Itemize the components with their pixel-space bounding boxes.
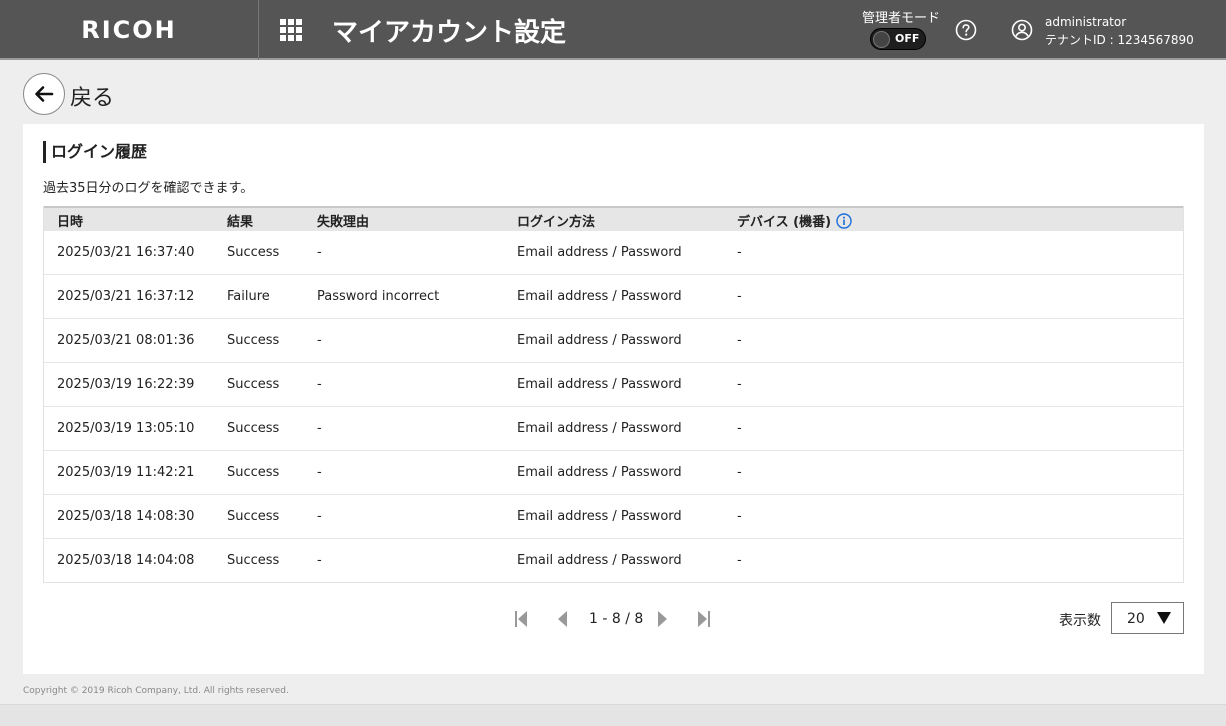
cell-failure-reason: - bbox=[317, 421, 322, 436]
cell-device: - bbox=[737, 245, 742, 260]
table-row: 2025/03/19 11:42:21 Success - Email addr… bbox=[44, 450, 1183, 494]
cell-datetime: 2025/03/18 14:04:08 bbox=[57, 553, 195, 568]
first-page-icon bbox=[515, 611, 527, 627]
per-page-value: 20 bbox=[1127, 611, 1145, 627]
cell-login-method: Email address / Password bbox=[517, 509, 682, 524]
admin-mode-toggle[interactable]: OFF bbox=[870, 28, 926, 50]
cell-datetime: 2025/03/19 16:22:39 bbox=[57, 377, 195, 392]
toggle-state: OFF bbox=[895, 32, 920, 45]
column-header-datetime: 日時 bbox=[57, 215, 84, 230]
page-title: マイアカウント設定 bbox=[332, 18, 567, 48]
section-description: 過去35日分のログを確認できます。 bbox=[43, 181, 254, 196]
first-page-button[interactable] bbox=[511, 608, 531, 630]
table-row: 2025/03/19 13:05:10 Success - Email addr… bbox=[44, 406, 1183, 450]
help-icon[interactable] bbox=[955, 19, 977, 41]
cell-device: - bbox=[737, 553, 742, 568]
triangle-down-icon bbox=[1157, 612, 1171, 624]
cell-login-method: Email address / Password bbox=[517, 377, 682, 392]
cell-login-method: Email address / Password bbox=[517, 245, 682, 260]
per-page-select[interactable]: 20 bbox=[1111, 602, 1184, 634]
user-avatar-icon[interactable] bbox=[1011, 19, 1033, 41]
next-page-button[interactable] bbox=[653, 608, 673, 630]
section-title: ログイン履歴 bbox=[43, 141, 147, 163]
cell-datetime: 2025/03/19 13:05:10 bbox=[57, 421, 195, 436]
arrow-left-icon bbox=[35, 86, 54, 102]
cell-datetime: 2025/03/21 16:37:40 bbox=[57, 245, 195, 260]
cell-login-method: Email address / Password bbox=[517, 421, 682, 436]
cell-result: Success bbox=[227, 553, 280, 568]
next-page-icon bbox=[658, 611, 667, 627]
table-row: 2025/03/21 08:01:36 Success - Email addr… bbox=[44, 318, 1183, 362]
cell-datetime: 2025/03/21 16:37:12 bbox=[57, 289, 195, 304]
cell-login-method: Email address / Password bbox=[517, 553, 682, 568]
previous-page-icon bbox=[558, 611, 567, 627]
cell-failure-reason: - bbox=[317, 333, 322, 348]
cell-datetime: 2025/03/21 08:01:36 bbox=[57, 333, 195, 348]
column-header-login-method: ログイン方法 bbox=[517, 215, 596, 230]
app-header: RICOH マイアカウント設定 管理者モード OFF administrator… bbox=[0, 0, 1226, 60]
info-icon[interactable] bbox=[836, 212, 852, 229]
cell-datetime: 2025/03/18 14:08:30 bbox=[57, 509, 195, 524]
login-history-table: 日時 結果 失敗理由 ログイン方法 デバイス (機番) 2025/03/21 1… bbox=[43, 206, 1184, 583]
cell-login-method: Email address / Password bbox=[517, 289, 682, 304]
cell-failure-reason: - bbox=[317, 553, 322, 568]
back-button[interactable] bbox=[23, 73, 65, 115]
ricoh-logo: RICOH bbox=[81, 16, 177, 44]
cell-result: Success bbox=[227, 333, 280, 348]
last-page-button[interactable] bbox=[694, 608, 714, 630]
cell-login-method: Email address / Password bbox=[517, 333, 682, 348]
last-page-icon bbox=[698, 611, 710, 627]
admin-mode: 管理者モード OFF bbox=[862, 7, 941, 50]
page-info: 1 - 8 / 8 bbox=[589, 611, 644, 627]
logo-area: RICOH bbox=[0, 0, 259, 60]
table-header: 日時 結果 失敗理由 ログイン方法 デバイス (機番) bbox=[44, 206, 1183, 230]
cell-result: Success bbox=[227, 421, 280, 436]
previous-page-button[interactable] bbox=[552, 608, 572, 630]
cell-device: - bbox=[737, 377, 742, 392]
cell-result: Success bbox=[227, 377, 280, 392]
copyright: Copyright © 2019 Ricoh Company, Ltd. All… bbox=[23, 686, 289, 696]
cell-result: Success bbox=[227, 465, 280, 480]
table-row: 2025/03/21 16:37:12 Failure Password inc… bbox=[44, 274, 1183, 318]
cell-device: - bbox=[737, 289, 742, 304]
table-row: 2025/03/19 16:22:39 Success - Email addr… bbox=[44, 362, 1183, 406]
table-row: 2025/03/21 16:37:40 Success - Email addr… bbox=[44, 230, 1183, 274]
cell-datetime: 2025/03/19 11:42:21 bbox=[57, 465, 195, 480]
tenant-id: テナントID : 1234567890 bbox=[1045, 33, 1194, 47]
column-header-result: 結果 bbox=[227, 215, 254, 230]
cell-result: Success bbox=[227, 245, 280, 260]
column-header-device: デバイス (機番) bbox=[737, 211, 852, 230]
column-header-failure-reason: 失敗理由 bbox=[317, 215, 370, 230]
cell-login-method: Email address / Password bbox=[517, 465, 682, 480]
toggle-knob bbox=[873, 31, 890, 48]
app-grid-icon[interactable] bbox=[280, 19, 302, 41]
cell-failure-reason: - bbox=[317, 377, 322, 392]
bottom-strip bbox=[0, 704, 1226, 726]
cell-device: - bbox=[737, 333, 742, 348]
cell-failure-reason: - bbox=[317, 509, 322, 524]
cell-failure-reason: - bbox=[317, 465, 322, 480]
admin-mode-label: 管理者モード bbox=[862, 11, 941, 26]
cell-device: - bbox=[737, 465, 742, 480]
back-label[interactable]: 戻る bbox=[70, 80, 114, 112]
cell-device: - bbox=[737, 509, 742, 524]
cell-result: Success bbox=[227, 509, 280, 524]
table-row: 2025/03/18 14:08:30 Success - Email addr… bbox=[44, 494, 1183, 538]
cell-result: Failure bbox=[227, 289, 270, 304]
user-name[interactable]: administrator bbox=[1045, 15, 1126, 29]
cell-device: - bbox=[737, 421, 742, 436]
table-row: 2025/03/18 14:04:08 Success - Email addr… bbox=[44, 538, 1183, 582]
login-history-card: ログイン履歴 過去35日分のログを確認できます。 日時 結果 失敗理由 ログイン… bbox=[23, 124, 1204, 674]
cell-failure-reason: Password incorrect bbox=[317, 289, 440, 304]
cell-failure-reason: - bbox=[317, 245, 322, 260]
per-page-label: 表示数 bbox=[1059, 613, 1101, 629]
